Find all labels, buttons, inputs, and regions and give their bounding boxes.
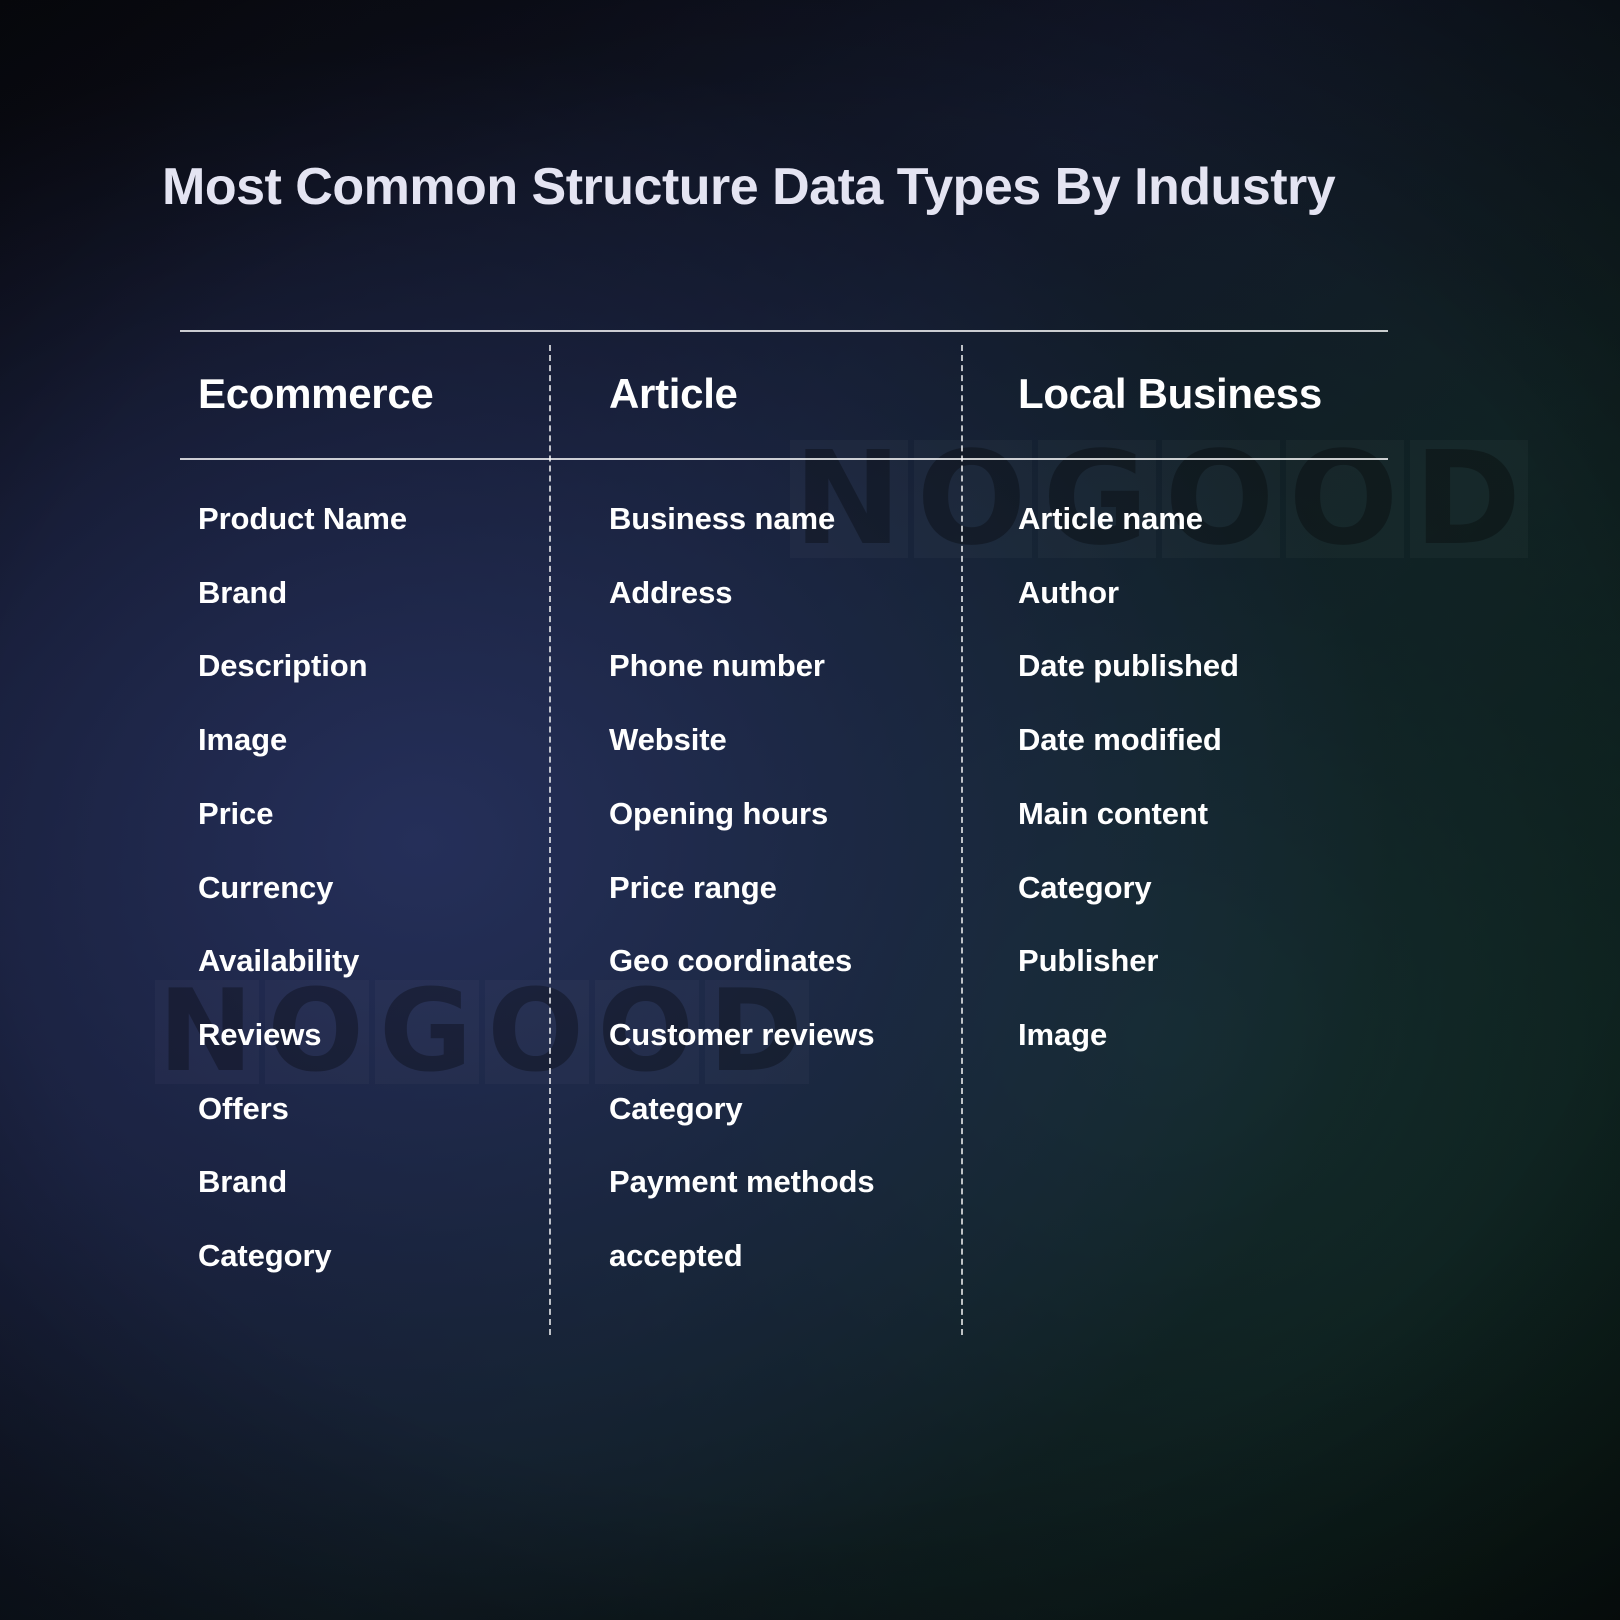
list-item: Main content [1018, 795, 1208, 831]
column-list-local-business: Article name Author Date published Date … [963, 458, 1388, 1053]
watermark-letter: D [1410, 434, 1528, 563]
list-item: Author [1018, 574, 1119, 610]
list-item: Customer reviews [609, 1017, 875, 1053]
list-item: Price [198, 795, 274, 831]
list-item: Phone number [609, 648, 825, 684]
list-item: accepted [609, 1238, 743, 1274]
list-item: Price range [609, 869, 777, 905]
list-item: Currency [198, 869, 334, 905]
list-item: Article name [1018, 501, 1203, 536]
column-header-article: Article [609, 370, 738, 417]
column-list-article: Business name Address Phone number Websi… [551, 458, 963, 1274]
list-item: Brand [198, 1164, 288, 1200]
list-item: Category [609, 1090, 743, 1126]
list-item: Product Name [198, 501, 407, 536]
infographic-canvas: N O G O O D N O G O O D Most Common Stru… [0, 0, 1620, 1620]
table-column-article: Article Business name Address Phone numb… [551, 330, 963, 1340]
list-item: Brand [198, 574, 288, 610]
list-item: Address [609, 574, 733, 610]
page-title: Most Common Structure Data Types By Indu… [162, 158, 1336, 216]
column-list-ecommerce: Product Name Brand Description Image Pri… [180, 458, 551, 1274]
list-item: Offers [198, 1090, 289, 1126]
list-item: Reviews [198, 1017, 322, 1053]
list-item: Category [1018, 869, 1152, 905]
list-item: Image [1018, 1017, 1108, 1053]
list-item: Date published [1018, 648, 1239, 684]
list-item: Opening hours [609, 795, 829, 831]
table-column-local-business: Local Business Article name Author Date … [963, 330, 1388, 1340]
list-item: Website [609, 722, 727, 758]
list-item: Publisher [1018, 943, 1159, 979]
list-item: Geo coordinates [609, 943, 853, 979]
list-item: Payment methods [609, 1164, 875, 1200]
list-item: Business name [609, 501, 836, 536]
column-header-local-business: Local Business [1018, 370, 1322, 417]
list-item: Category [198, 1238, 332, 1274]
table-column-ecommerce: Ecommerce Product Name Brand Description… [180, 330, 551, 1340]
list-item: Date modified [1018, 722, 1222, 758]
list-item: Description [198, 648, 368, 684]
comparison-table: Ecommerce Product Name Brand Description… [180, 330, 1388, 1340]
list-item: Image [198, 722, 288, 758]
list-item: Availability [198, 943, 360, 979]
column-header-ecommerce: Ecommerce [198, 370, 434, 417]
